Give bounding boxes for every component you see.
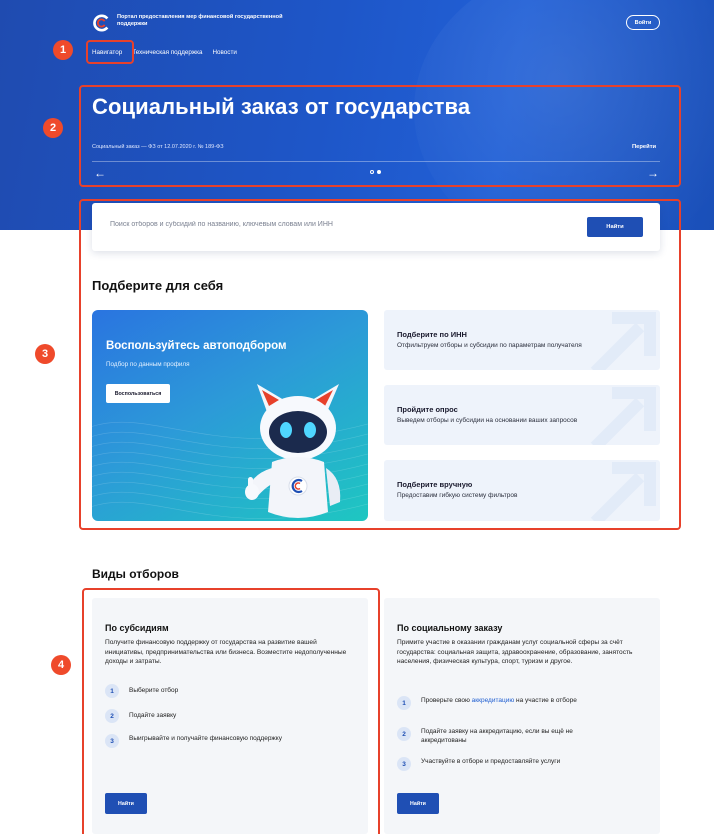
callout-badge-3: 3 (35, 344, 55, 364)
portal-title[interactable]: Портал предоставления мер финансовой гос… (117, 14, 297, 28)
step-text-part: Проверьте свою (421, 697, 472, 704)
highlight-box-2 (79, 85, 681, 187)
accreditation-link[interactable]: аккредитацию (472, 697, 515, 704)
login-button[interactable]: Войти (626, 15, 660, 30)
step-text-part: на участие в отборе (514, 697, 577, 704)
nav-item-support[interactable]: Техническая поддержка (132, 49, 202, 56)
highlight-box-3 (79, 199, 681, 530)
step-text: Подайте заявку на аккредитацию, если вы … (421, 728, 573, 744)
step-number: 3 (397, 757, 411, 771)
step-number: 1 (397, 696, 411, 710)
highlight-box-1 (86, 40, 134, 64)
step-text: Участвуйте в отборе и предоставляйте усл… (421, 758, 561, 765)
nav-item-news[interactable]: Новости (212, 49, 236, 56)
callout-badge-2: 2 (43, 118, 63, 138)
type-card-social-order: По социальному заказу Примите участие в … (384, 598, 660, 834)
callout-badge-4: 4 (51, 655, 71, 675)
step-item: 2 Подайте заявку на аккредитацию, если в… (397, 727, 581, 745)
step-item: 1 Проверьте свою аккредитацию на участие… (397, 696, 601, 710)
types-section-title: Виды отборов (92, 567, 179, 581)
highlight-box-4 (82, 588, 380, 834)
step-item: 3 Участвуйте в отборе и предоставляйте у… (397, 757, 581, 771)
type-description: Примите участие в оказании гражданам усл… (397, 639, 633, 665)
portal-logo-icon[interactable] (92, 14, 110, 32)
step-text: Проверьте свою аккредитацию на участие в… (421, 696, 601, 705)
step-number: 2 (397, 727, 411, 741)
callout-badge-1: 1 (53, 40, 73, 60)
social-find-button[interactable]: Найти (397, 793, 439, 814)
type-title: По социальному заказу (397, 623, 503, 633)
